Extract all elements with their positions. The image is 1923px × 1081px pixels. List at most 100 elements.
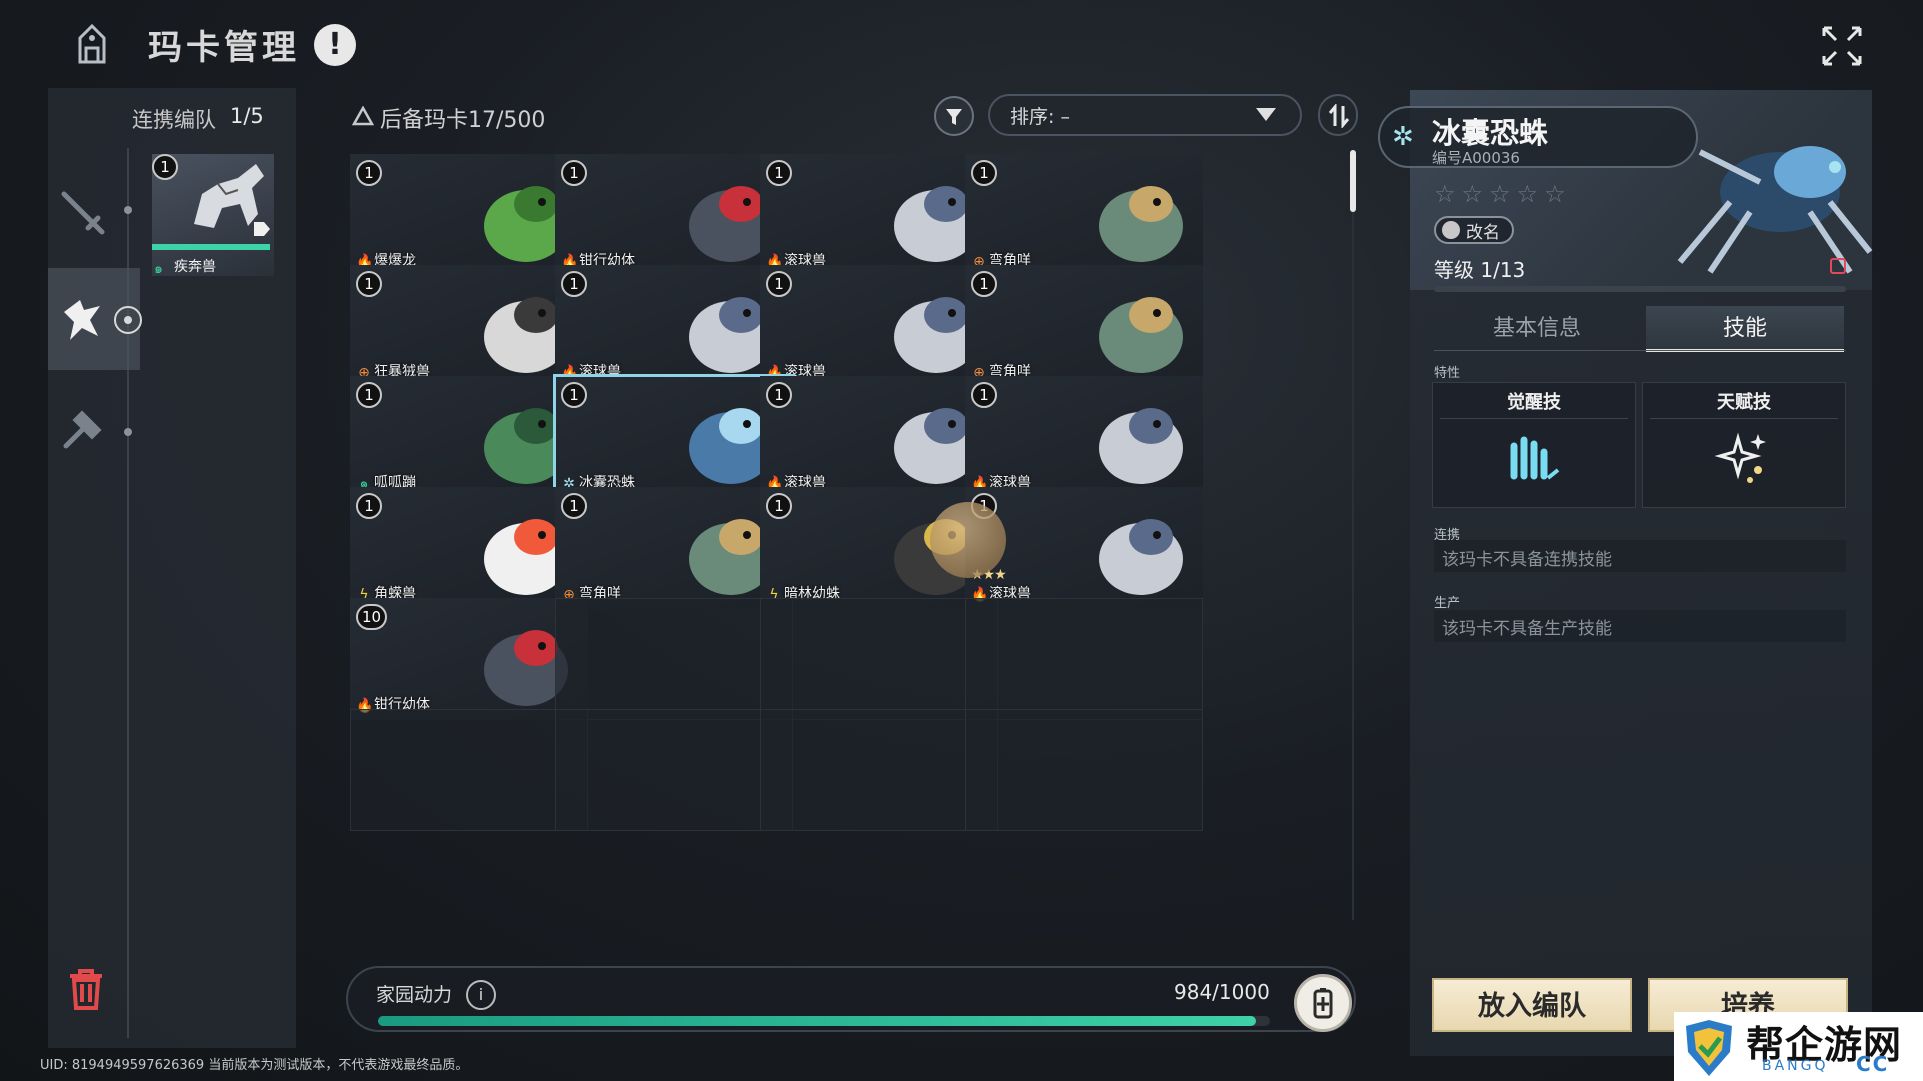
tab-dot — [124, 428, 132, 436]
pet-count-badge: 1 — [971, 271, 997, 297]
uid-notice: UID: 8194949597626369 当前版本为测试版本，不代表游戏最终品… — [40, 1058, 469, 1073]
sword-tab-icon[interactable] — [54, 184, 110, 240]
pet-count-badge: 1 — [971, 382, 997, 408]
scroll-track — [1352, 150, 1354, 920]
tab-basic-info[interactable]: 基本信息 — [1434, 306, 1640, 352]
scrollbar-thumb[interactable] — [1350, 150, 1356, 212]
page-title: 玛卡管理 — [148, 28, 300, 68]
star-rating: ☆☆☆☆☆ — [1434, 180, 1572, 208]
pet-card[interactable]: 1 ✲ 冰囊恐蛛 — [553, 374, 795, 500]
empty-card-slot — [965, 709, 1203, 831]
production-empty-text: 该玛卡不具备生产技能 — [1442, 619, 1612, 639]
team-member-hp-bar — [152, 244, 270, 250]
battery-button[interactable] — [1294, 974, 1352, 1032]
sort-label: 排序: – — [1010, 106, 1070, 128]
watermark-domain: CC — [1856, 1052, 1890, 1076]
pet-count-badge: 1 — [766, 493, 792, 519]
hammer-tab-icon[interactable] — [54, 402, 110, 458]
empty-card-slot — [760, 709, 998, 831]
favorite-icon[interactable] — [1830, 258, 1846, 274]
pet-count-badge: 1 — [561, 382, 587, 408]
sort-order-button[interactable] — [1318, 94, 1358, 136]
pet-card[interactable]: 1 ϟ 角蝾兽 — [350, 487, 588, 609]
energy-label: 家园动力 — [376, 984, 453, 1006]
team-count: 1/5 — [230, 104, 264, 128]
horned-goat-pet-art — [1099, 297, 1183, 373]
skill-divider — [1650, 418, 1838, 419]
reserve-triangle-icon — [352, 106, 374, 126]
filter-button[interactable] — [934, 96, 974, 136]
talent-skill-title: 天赋技 — [1717, 392, 1771, 413]
round-mouse-pet-art — [1099, 408, 1183, 484]
filter-icon — [946, 109, 962, 125]
empty-card-slot — [555, 598, 793, 720]
pet-name: 冰囊恐蛛 — [1432, 116, 1549, 150]
pet-count-badge: 1 — [971, 160, 997, 186]
pet-card[interactable]: 1 🔥 钳行幼体 — [555, 154, 793, 276]
energy-value: 984/1000 — [1174, 980, 1270, 1004]
empty-card-slot — [350, 709, 588, 831]
swap-icon[interactable] — [250, 218, 272, 240]
pet-card[interactable]: 1 🔥 滚球兽 — [555, 265, 793, 387]
pet-card[interactable]: 1 ⊕ 弯角咩 — [965, 154, 1203, 276]
round-mouse-pet-art — [1099, 519, 1183, 595]
tab-skills[interactable]: 技能 — [1646, 306, 1844, 352]
mascot-overlay — [930, 502, 1006, 578]
pet-card[interactable]: 1 🔥 滚球兽 — [965, 376, 1203, 498]
pet-card[interactable]: 1 ⊕ 弯角咩 — [965, 265, 1203, 387]
pet-id: 编号A00036 — [1432, 149, 1520, 167]
pet-count-badge: 1 — [356, 160, 382, 186]
pet-count-badge: 10 — [356, 604, 388, 630]
pet-card[interactable]: 1 🔥 滚球兽 — [760, 154, 998, 276]
pet-count-badge: 1 — [561, 493, 587, 519]
alert-icon[interactable]: ! — [314, 24, 356, 66]
awaken-skill-title: 觉醒技 — [1507, 392, 1561, 413]
castle-logo-icon — [78, 23, 106, 64]
active-tab-ring — [114, 306, 142, 334]
info-icon[interactable]: i — [466, 980, 496, 1010]
pet-count-badge: 1 — [561, 271, 587, 297]
pet-card[interactable]: 1 🔥 滚球兽 — [760, 376, 998, 498]
trash-icon[interactable] — [66, 968, 106, 1012]
tab-divider — [1434, 350, 1846, 351]
pet-count-badge: 1 — [356, 271, 382, 297]
pet-card[interactable]: 1 🔥 滚球兽 — [760, 265, 998, 387]
empty-card-slot — [760, 598, 998, 720]
pet-count-badge: 1 — [356, 493, 382, 519]
pet-count-badge: 1 — [766, 271, 792, 297]
team-member-count: 1 — [152, 154, 178, 180]
link-empty-text: 该玛卡不具备连携技能 — [1442, 550, 1612, 570]
pencil-icon — [1442, 221, 1460, 239]
reserve-label: 后备玛卡17/500 — [380, 108, 546, 133]
pet-count-badge: 1 — [356, 382, 382, 408]
rename-label: 改名 — [1466, 223, 1500, 243]
watermark-subtext: BANGQ — [1762, 1058, 1829, 1074]
production-label: 生产 — [1434, 596, 1461, 611]
pet-count-badge: 1 — [766, 382, 792, 408]
team-member-name: 疾奔兽 — [174, 259, 216, 275]
skill-divider — [1440, 418, 1628, 419]
empty-card-slot — [555, 709, 793, 831]
energy-bar-fill — [378, 1016, 1256, 1026]
sparkle-skill-icon — [1714, 432, 1766, 483]
horned-goat-pet-art — [1099, 186, 1183, 262]
watermark-shield-logo — [1686, 1020, 1732, 1076]
pet-card[interactable]: 1 ๑呱呱蹦 — [350, 376, 588, 498]
team-member-card[interactable]: 1 ๑ 疾奔兽 — [152, 154, 274, 277]
pet-count-badge: 1 — [561, 160, 587, 186]
level-progress-bar — [1434, 286, 1846, 292]
pet-card[interactable]: 10 🔥 钳行幼体 — [350, 598, 588, 720]
chevron-down-icon — [1256, 108, 1276, 121]
snowflake-icon: ✲ — [1392, 122, 1414, 152]
beast-tab-icon[interactable] — [54, 292, 110, 348]
empty-card-slot — [965, 598, 1203, 720]
pet-count-badge: 1 — [766, 160, 792, 186]
pet-card[interactable]: 1 ⊕ 弯角咩 — [555, 487, 793, 609]
battery-icon — [1313, 988, 1333, 1019]
ice-claw-skill-icon — [1510, 436, 1560, 480]
add-to-team-label: 放入编队 — [1478, 991, 1586, 1022]
sort-order-icon — [1328, 104, 1350, 128]
close-icon[interactable] — [1818, 22, 1866, 70]
pet-card[interactable]: 1 🔥 爆爆龙 — [350, 154, 588, 276]
pet-card[interactable]: 1 ⊕ 狂暴狨兽 — [350, 265, 588, 387]
